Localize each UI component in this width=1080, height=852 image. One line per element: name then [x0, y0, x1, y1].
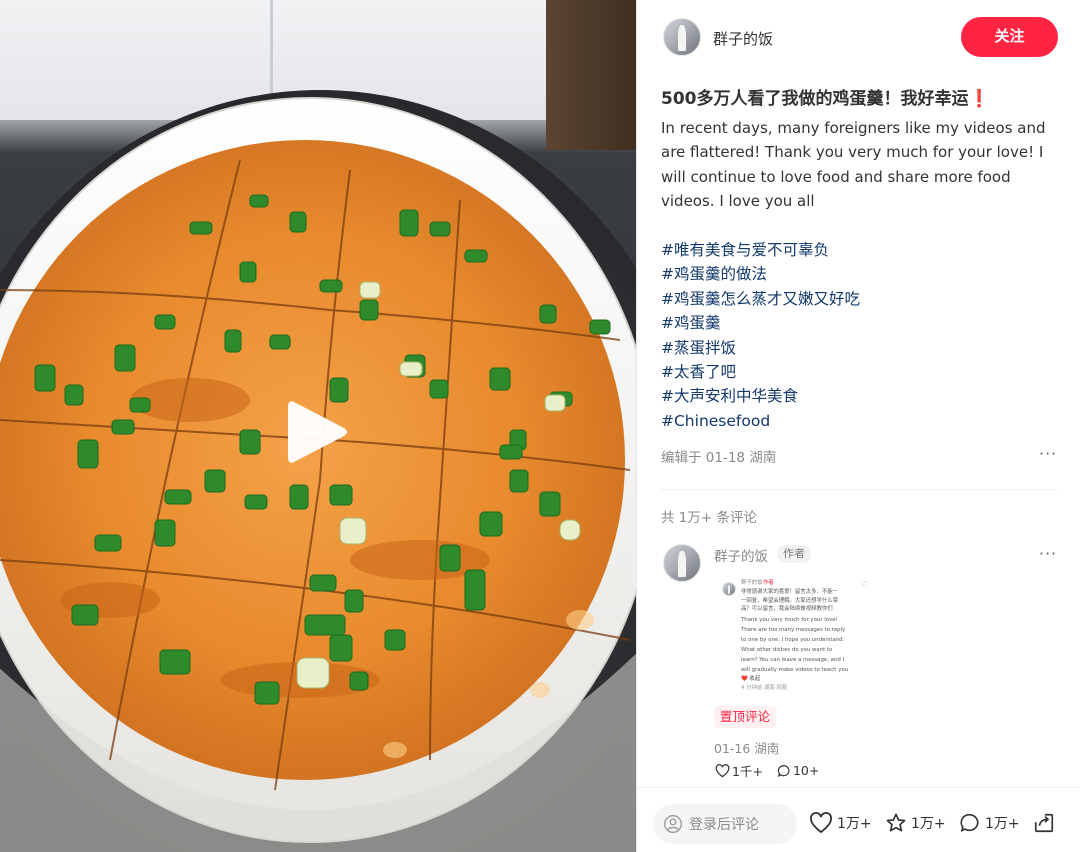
author-name[interactable]: 群子的饭	[713, 28, 773, 49]
note-more-button[interactable]: ···	[1039, 444, 1057, 463]
comment-count: 共 1万+ 条评论	[661, 510, 757, 526]
play-icon[interactable]	[284, 396, 350, 468]
pinned-comment-badge: 置顶评论	[714, 706, 777, 728]
video-player[interactable]	[0, 0, 636, 852]
heart-icon	[715, 763, 730, 777]
note-title: 500多万人看了我做的鸡蛋羹！我好幸运❗	[661, 89, 990, 109]
hashtag-link[interactable]: #太香了吧	[661, 360, 1061, 384]
author-avatar[interactable]	[663, 18, 701, 56]
mini-line: Thank you very much for your love!	[741, 617, 838, 623]
comment-screenshot-image[interactable]: 群子的饭 作者 ♡ 非常感谢大家的喜爱！留言太多，不能一 一回复，希望会理解。大…	[717, 576, 877, 696]
mini-line: There are too many messages to reply	[741, 627, 846, 633]
note-body: In recent days, many foreigners like my …	[661, 119, 1046, 211]
mini-line: learn? You can leave a message, and I	[741, 657, 845, 663]
comment-input[interactable]: 登录后评论	[653, 804, 797, 844]
mini-line: to one by one. I hope you understand.	[741, 637, 845, 643]
user-icon	[664, 815, 682, 833]
hashtag-link[interactable]: #鸡蛋羹	[661, 311, 1061, 335]
collect-button[interactable]: 1万+	[885, 812, 946, 834]
hashtag-list: #唯有美食与爱不可辜负 #鸡蛋羹的做法 #鸡蛋羹怎么蒸才又嫩又好吃 #鸡蛋羹 #…	[661, 238, 1061, 433]
hashtag-link[interactable]: #Chinesefood	[661, 409, 1061, 433]
comment-button[interactable]: 1万+	[959, 812, 1020, 834]
comment-more-button[interactable]: ···	[1039, 544, 1057, 563]
mini-avatar	[722, 582, 736, 596]
mini-line: 一回复，希望会理解。大家还想学什么菜	[741, 597, 839, 604]
comment-bubble-icon	[777, 764, 790, 777]
comment-date-location: 01-16 湖南	[714, 741, 780, 756]
hashtag-link[interactable]: #鸡蛋羹怎么蒸才又嫩又好吃	[661, 287, 1061, 311]
like-button[interactable]: 1万+	[809, 812, 872, 834]
divider	[661, 489, 1057, 490]
collect-count: 1万+	[911, 816, 946, 832]
hashtag-link[interactable]: #蒸蛋拌饭	[661, 336, 1061, 360]
comment-count-bottom: 1万+	[985, 816, 1020, 832]
mini-line: will gradually make videos to teach you	[741, 667, 849, 673]
mini-author: 群子的饭	[741, 580, 763, 586]
comment-like-count: 1千+	[732, 764, 763, 779]
star-icon	[886, 813, 906, 832]
comment-like-button[interactable]: 1千+	[715, 761, 763, 780]
share-icon[interactable]	[1033, 812, 1055, 834]
comment-author-name[interactable]: 群子的饭	[714, 545, 768, 565]
edit-info: 编辑于 01-18 湖南	[661, 450, 777, 466]
mini-line: What other dishes do you want to	[741, 647, 833, 653]
author-badge: 作者	[777, 545, 811, 563]
hashtag-link[interactable]: #唯有美食与爱不可辜负	[661, 238, 1061, 262]
like-count: 1万+	[837, 816, 872, 832]
mini-heart-icon: ♡	[861, 580, 869, 589]
mini-line: 非常感谢大家的喜爱！留言太多，不能一	[741, 589, 839, 595]
mini-badge: 作者	[763, 580, 774, 586]
follow-button[interactable]: 关注	[961, 17, 1058, 57]
heart-icon	[810, 812, 832, 834]
note-detail-panel: 群子的饭 关注 500多万人看了我做的鸡蛋羹！我好幸运❗ In recent d…	[636, 0, 1080, 852]
hashtag-link[interactable]: #大声安利中华美食	[661, 384, 1061, 408]
comment-actions: 1千+ 10+	[715, 761, 819, 780]
mini-line: 品？可以留言，我会陆续做视频教你们	[741, 606, 833, 613]
bottom-action-bar: 登录后评论 1万+ 1万+ 1万+	[637, 787, 1080, 852]
comment-reply-count: 10+	[792, 763, 820, 778]
comment-author-avatar[interactable]	[663, 544, 701, 582]
comment-bubble-icon	[960, 813, 979, 832]
mini-footer: 4 分钟前 湖南 回复	[741, 685, 788, 691]
comment-input-placeholder: 登录后评论	[689, 817, 759, 833]
comment-reply-button[interactable]: 10+	[777, 761, 819, 780]
hashtag-link[interactable]: #鸡蛋羹的做法	[661, 262, 1061, 286]
mini-line: ❤️ 收起	[741, 676, 761, 682]
